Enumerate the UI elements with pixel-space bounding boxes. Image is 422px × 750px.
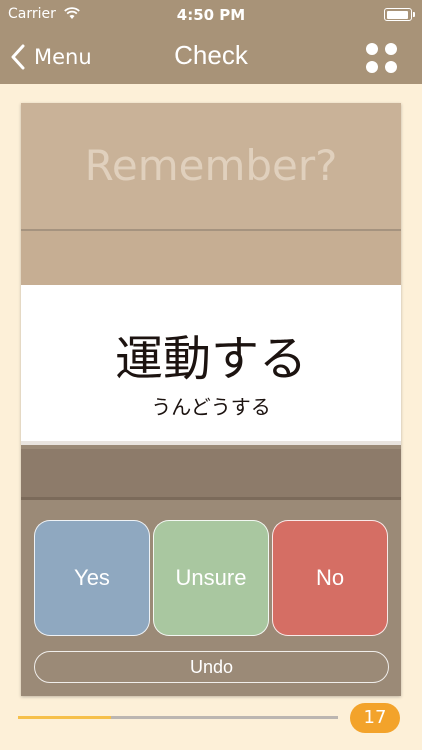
card-lower-strip bbox=[21, 449, 401, 499]
card-lower-divider bbox=[21, 497, 401, 500]
progress-fill bbox=[18, 716, 111, 719]
battery-icon bbox=[384, 8, 415, 21]
page-title: Check bbox=[174, 40, 248, 70]
word-reading: うんどうする bbox=[151, 395, 271, 419]
word-panel: 運動する うんどうする bbox=[21, 285, 401, 445]
vocabulary-word: 運動する bbox=[114, 331, 307, 387]
card-header: Remember? bbox=[21, 103, 401, 229]
status-time: 4:50 PM bbox=[176, 6, 246, 24]
undo-button[interactable]: Undo bbox=[34, 651, 389, 683]
battery-level bbox=[386, 10, 408, 19]
status-bar: Carrier 4:50 PM bbox=[0, 0, 422, 30]
remember-prompt: Remember? bbox=[84, 141, 338, 190]
yes-button[interactable]: Yes bbox=[34, 520, 150, 636]
grid-menu-button[interactable] bbox=[366, 43, 398, 73]
progress-bar bbox=[18, 716, 338, 719]
remaining-count-badge: 17 bbox=[350, 703, 400, 733]
card-strip bbox=[21, 231, 401, 285]
unsure-button[interactable]: Unsure bbox=[153, 520, 269, 636]
navigation-bar: Menu Check bbox=[0, 30, 422, 84]
flash-card: Remember? 運動する うんどうする Yes Unsure No Undo bbox=[21, 103, 401, 696]
no-button[interactable]: No bbox=[272, 520, 388, 636]
